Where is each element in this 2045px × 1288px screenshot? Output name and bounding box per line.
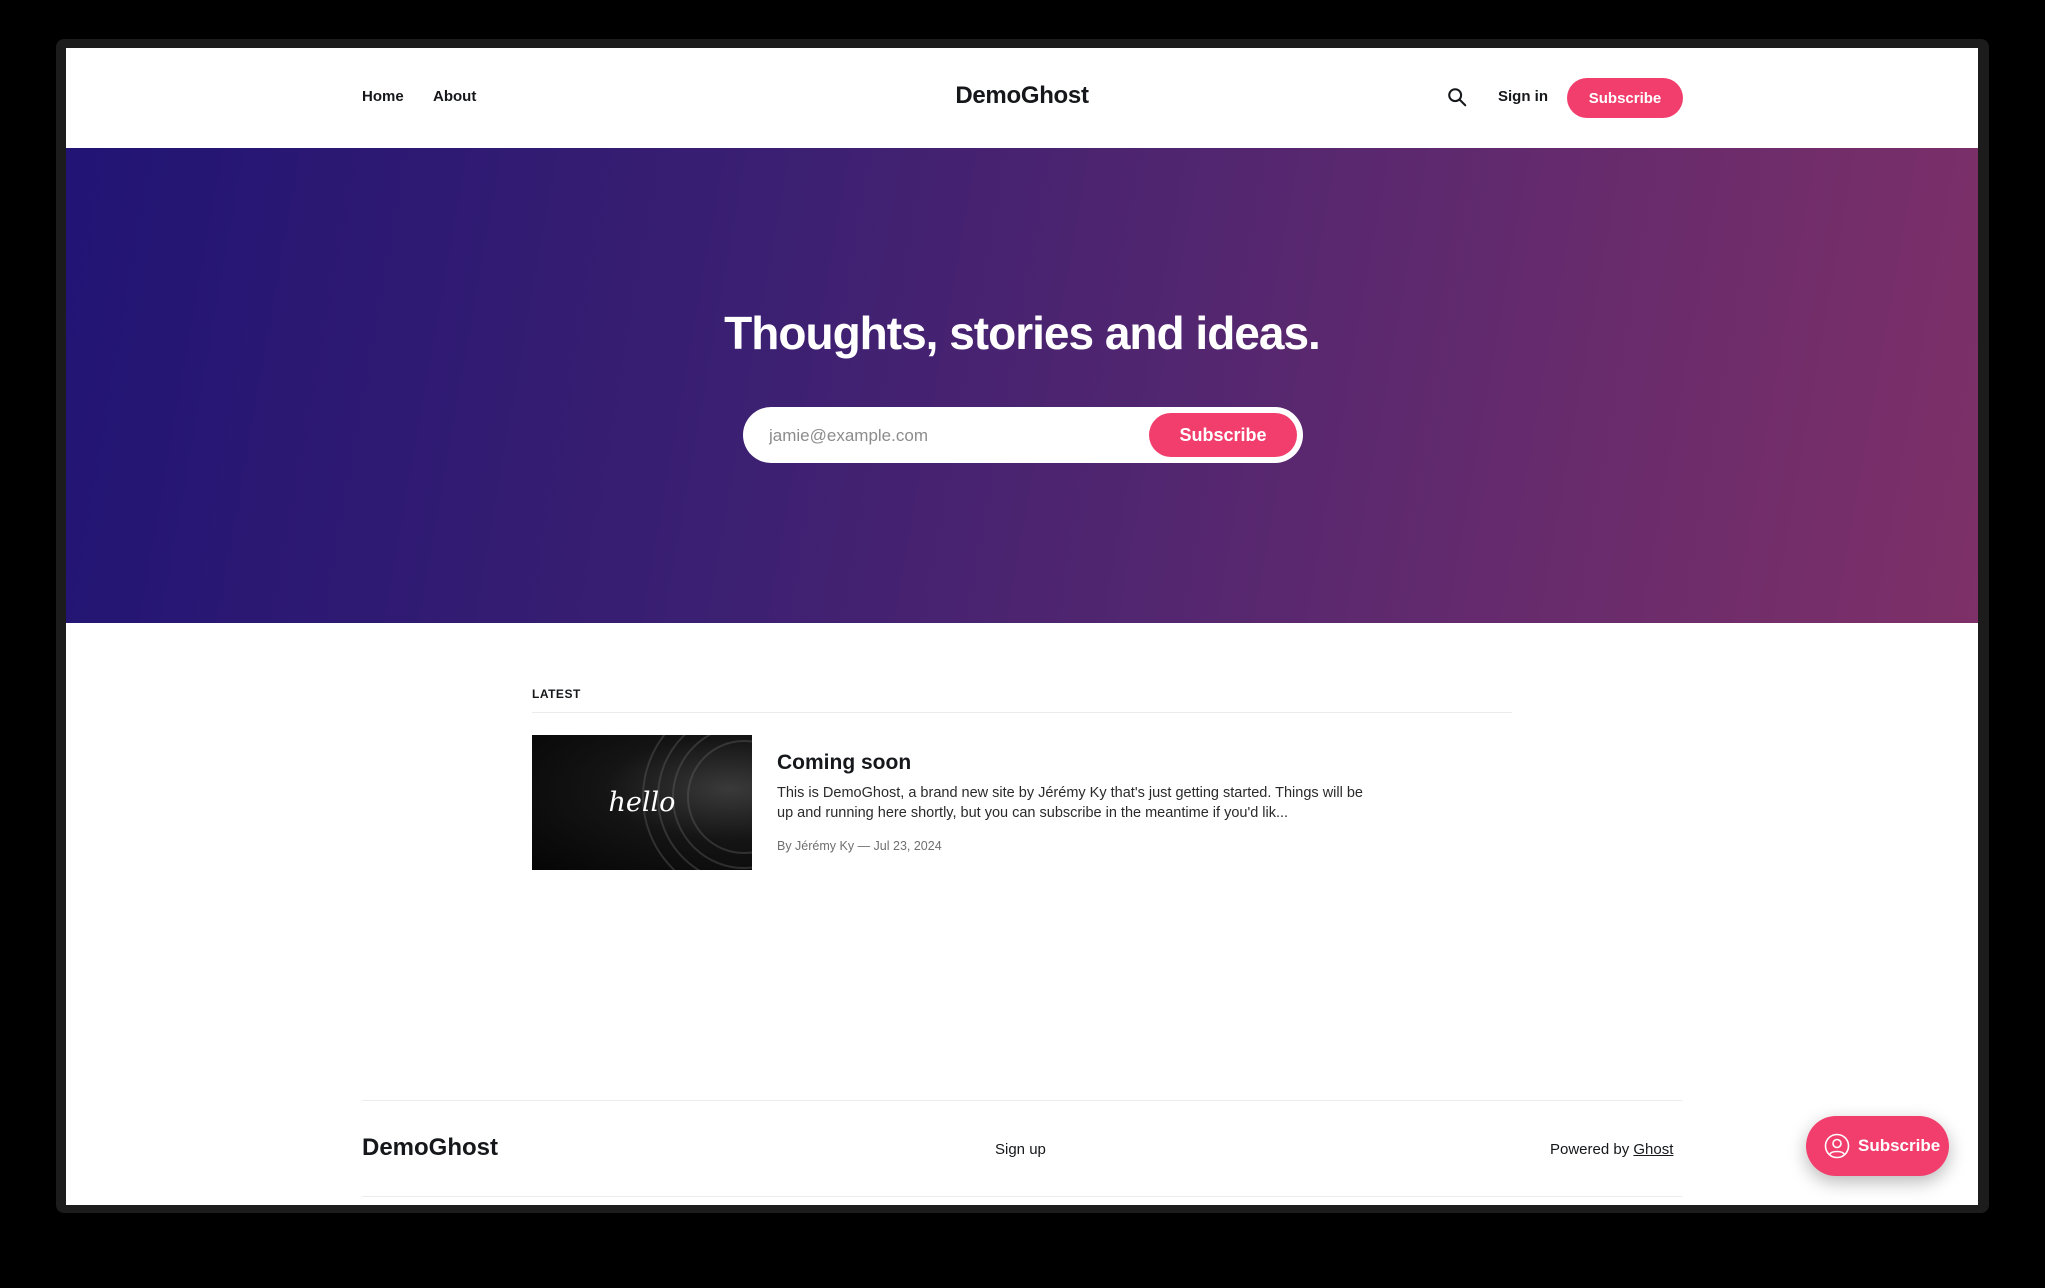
header-subscribe-button[interactable]: Subscribe <box>1567 78 1683 118</box>
footer-site-title[interactable]: DemoGhost <box>362 1134 498 1162</box>
ghost-link[interactable]: Ghost <box>1633 1141 1673 1158</box>
section-label-latest: LATEST <box>532 687 581 701</box>
powered-prefix: Powered by <box>1550 1141 1630 1158</box>
user-circle-icon <box>1824 1133 1850 1159</box>
search-icon[interactable] <box>1446 86 1468 108</box>
hero-section: Thoughts, stories and ideas. Subscribe <box>66 148 1978 623</box>
portal-subscribe-button[interactable]: Subscribe <box>1806 1116 1949 1176</box>
footer-powered-by: Powered by Ghost <box>1550 1141 1673 1158</box>
portal-subscribe-label: Subscribe <box>1858 1136 1941 1155</box>
hero-title: Thoughts, stories and ideas. <box>724 307 1321 359</box>
site-header: Home About DemoGhost Sign in Subscribe <box>66 48 1978 148</box>
footer-divider-top <box>362 1100 1682 1101</box>
hero-subscribe-button[interactable]: Subscribe <box>1149 413 1297 457</box>
browser-viewport: Home About DemoGhost Sign in Subscribe T… <box>66 48 1978 1205</box>
post-meta: By Jérémy Ky — Jul 23, 2024 <box>777 839 942 853</box>
site-title[interactable]: DemoGhost <box>66 82 1978 110</box>
post-excerpt: This is DemoGhost, a brand new site by J… <box>777 785 1363 821</box>
post-image-caption: hello <box>608 787 676 818</box>
signin-link[interactable]: Sign in <box>1498 88 1548 105</box>
section-divider <box>532 712 1512 713</box>
post-feature-image[interactable]: hello <box>532 735 752 870</box>
post-title[interactable]: Coming soon <box>777 751 911 775</box>
footer-signup-link[interactable]: Sign up <box>995 1141 1046 1158</box>
footer-divider-bottom <box>362 1196 1682 1197</box>
hero-subscribe-form: Subscribe <box>743 407 1303 465</box>
email-input[interactable] <box>767 407 1131 465</box>
